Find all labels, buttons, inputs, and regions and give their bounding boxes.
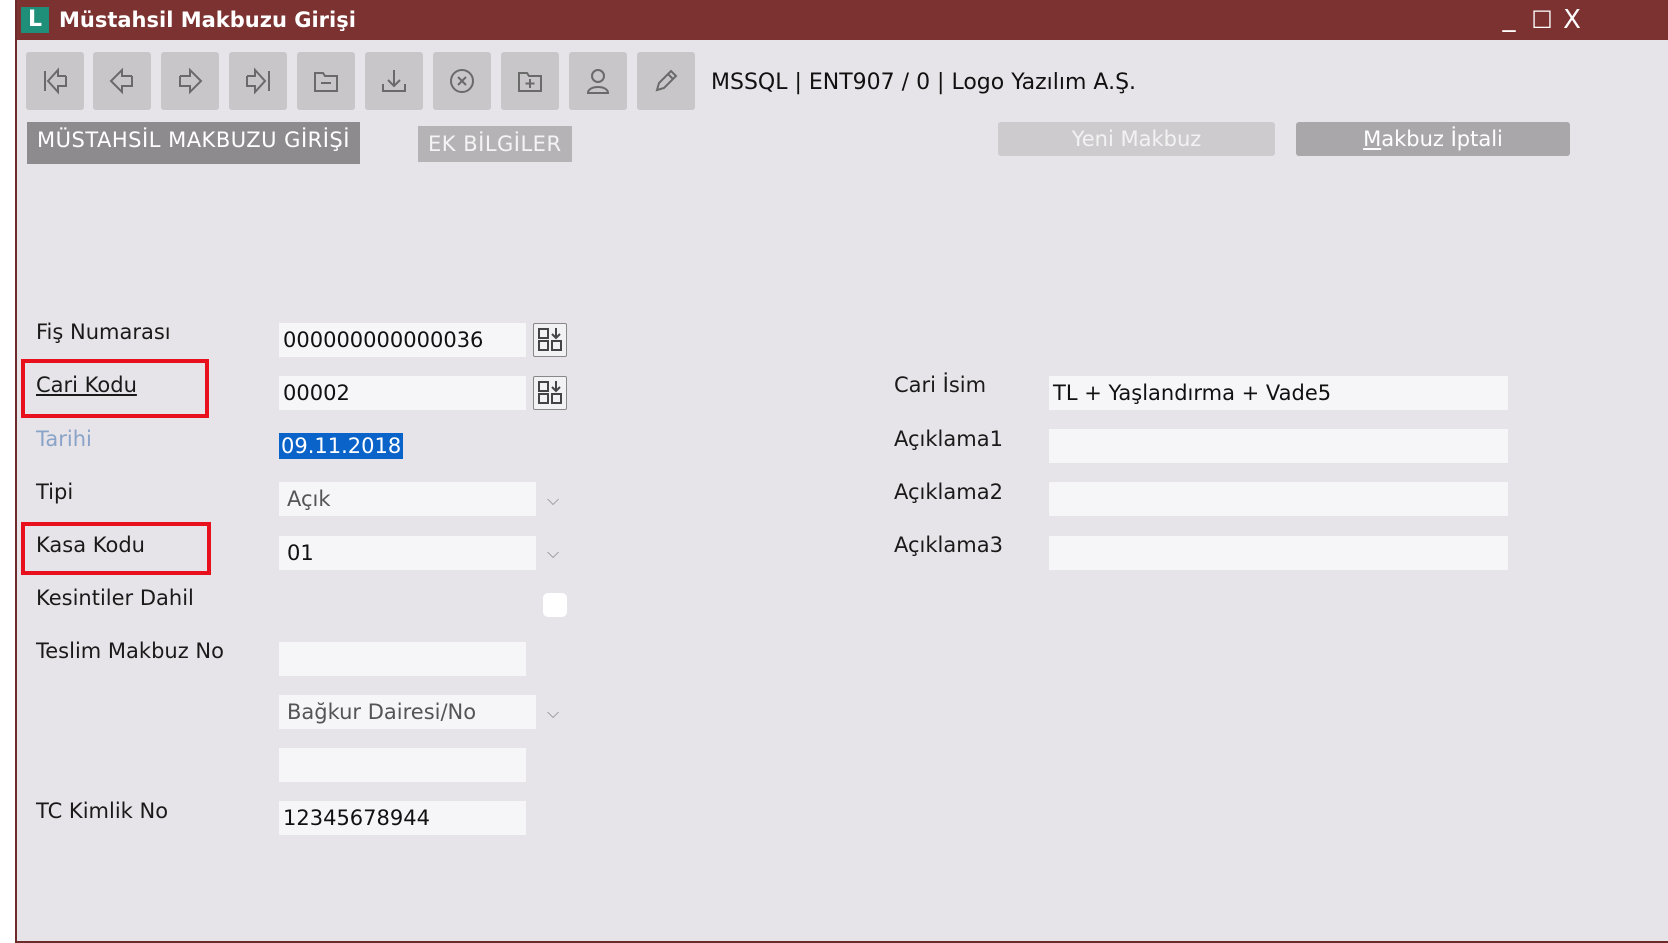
edit-button[interactable]: [637, 52, 695, 110]
cancel-receipt-label: akbuz İptali: [1381, 127, 1503, 151]
aciklama3-field[interactable]: [1049, 536, 1508, 570]
next-record-icon: [179, 67, 203, 95]
tarih-value: 09.11.2018: [279, 433, 404, 459]
cancel-button[interactable]: [433, 52, 491, 110]
aciklama3-label: Açıklama3: [894, 533, 1003, 557]
tipi-select[interactable]: Açık: [279, 482, 536, 516]
aciklama1-field[interactable]: [1049, 429, 1508, 463]
tc-kimlik-label: TC Kimlik No: [36, 799, 169, 823]
aciklama2-field[interactable]: [1049, 482, 1508, 516]
fis-no-lookup-button[interactable]: [533, 323, 567, 357]
previous-record-icon: [109, 67, 133, 95]
bagkur-select[interactable]: Bağkur Dairesi/No: [279, 695, 536, 729]
cari-isim-field[interactable]: TL + Yaşlandırma + Vade5: [1049, 376, 1508, 410]
cancel-receipt-button[interactable]: Makbuz İptali: [1296, 122, 1570, 156]
kasa-kodu-highlight: [21, 522, 211, 575]
cari-kodu-lookup-button[interactable]: [533, 376, 567, 410]
aciklama1-label: Açıklama1: [894, 427, 1003, 451]
tarih-field[interactable]: 09.11.2018: [279, 429, 427, 463]
kasa-kodu-select[interactable]: 01: [279, 536, 536, 570]
maximize-button[interactable]: ☐: [1528, 6, 1556, 34]
open-folder-button[interactable]: [297, 52, 355, 110]
folder-icon: [314, 72, 338, 92]
app-logo-icon: L: [21, 7, 49, 33]
fis-no-field[interactable]: 000000000000036: [279, 323, 526, 357]
last-record-button[interactable]: [229, 52, 287, 110]
first-record-button[interactable]: [26, 52, 84, 110]
chevron-down-icon[interactable]: ⌵: [547, 703, 559, 723]
cari-kodu-field[interactable]: 00002: [279, 376, 526, 410]
connection-info: MSSQL | ENT907 / 0 | Logo Yazılım A.Ş.: [711, 70, 1137, 95]
edit-pencil-icon: [655, 69, 678, 92]
fis-no-label: Fiş Numarası: [36, 320, 171, 344]
save-button[interactable]: [365, 52, 423, 110]
next-record-button[interactable]: [161, 52, 219, 110]
lookup-icon: [538, 381, 562, 404]
cari-isim-label: Cari İsim: [894, 373, 987, 397]
tab-ek-bilgiler[interactable]: EK BİLGİLER: [418, 126, 572, 162]
cari-kodu-highlight: [21, 359, 209, 418]
bagkur-no-field[interactable]: [279, 748, 526, 782]
teslim-makbuz-field[interactable]: [279, 642, 526, 676]
user-button[interactable]: [569, 52, 627, 110]
cancel-icon: [450, 69, 474, 93]
window-title: Müstahsil Makbuzu Girişi: [59, 8, 356, 32]
receipt-entry-window: L Müstahsil Makbuzu Girişi _ ☐ X MSSQL |…: [15, 0, 1668, 943]
chevron-down-icon[interactable]: ⌵: [547, 490, 559, 510]
user-icon: [586, 69, 610, 94]
previous-record-button[interactable]: [93, 52, 151, 110]
aciklama2-label: Açıklama2: [894, 480, 1003, 504]
tipi-label: Tipi: [36, 480, 74, 504]
close-button[interactable]: X: [1558, 6, 1586, 34]
first-record-icon: [44, 67, 67, 95]
teslim-makbuz-label: Teslim Makbuz No: [36, 639, 224, 663]
download-icon: [382, 70, 406, 92]
chevron-down-icon[interactable]: ⌵: [547, 543, 559, 563]
add-document-icon: [518, 72, 542, 92]
kesintiler-label: Kesintiler Dahil: [36, 586, 194, 610]
new-receipt-button[interactable]: Yeni Makbuz: [998, 122, 1275, 156]
tc-kimlik-field[interactable]: 12345678944: [279, 801, 526, 835]
tarih-label: Tarihi: [36, 427, 92, 451]
title-bar: L Müstahsil Makbuzu Girişi _ ☐ X: [17, 0, 1668, 40]
lookup-icon: [538, 328, 562, 351]
minimize-button[interactable]: _: [1495, 4, 1523, 32]
last-record-icon: [246, 67, 270, 95]
tab-mustahsil-makbuzu-girisi[interactable]: MÜSTAHSİL MAKBUZU GİRİŞİ: [27, 122, 360, 164]
cancel-receipt-hotkey: M: [1363, 127, 1382, 151]
add-document-button[interactable]: [501, 52, 559, 110]
kesintiler-checkbox[interactable]: [543, 593, 567, 617]
